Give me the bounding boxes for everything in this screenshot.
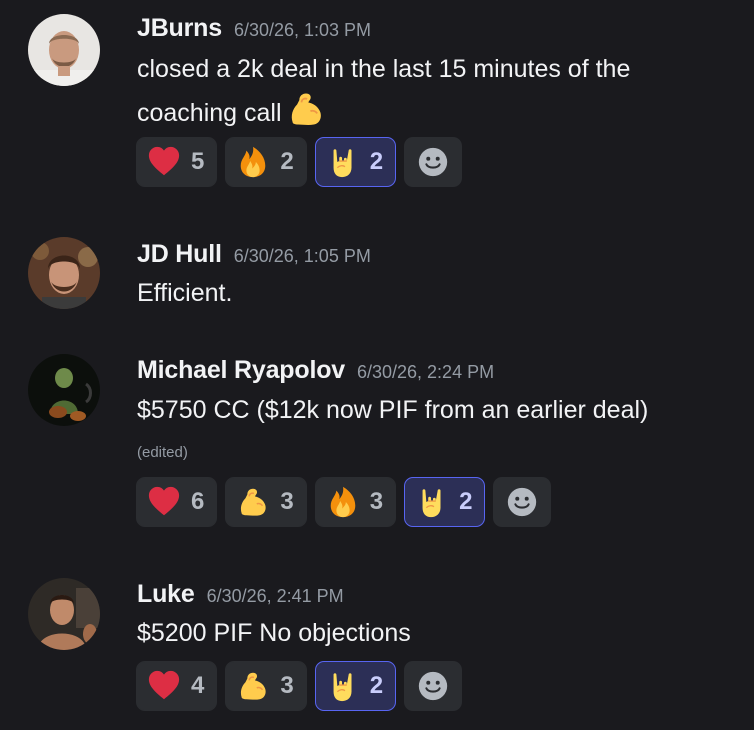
reaction-count: 3 <box>280 672 294 699</box>
message-content: $5750 CC ($12k now PIF from an earlier d… <box>137 391 648 430</box>
smiley-add-reaction-icon <box>505 485 539 519</box>
avatar-image <box>28 354 100 426</box>
reaction-fire[interactable]: 3 <box>314 477 397 527</box>
reaction-count: 6 <box>191 488 205 515</box>
avatar[interactable] <box>28 14 100 86</box>
timestamp: 6/30/26, 1:05 PM <box>233 246 371 266</box>
timestamp: 6/30/26, 2:24 PM <box>356 362 495 382</box>
message-line: Efficient. <box>137 279 233 307</box>
red-heart-icon <box>147 669 181 703</box>
reaction-horns[interactable]: 2 <box>314 137 397 187</box>
reaction-horns[interactable]: 2 <box>314 661 397 711</box>
reaction-count: 2 <box>369 672 384 699</box>
timestamp: 6/30/26, 1:03 PM <box>233 20 372 40</box>
message-header: JBurns 6/30/26, 1:03 PM <box>137 14 371 43</box>
message-line: $5200 PIF No objections <box>137 619 411 647</box>
reaction-count: 5 <box>191 148 205 175</box>
flexed-biceps-icon <box>236 485 270 519</box>
author-name[interactable]: Michael Ryapolov <box>137 356 345 385</box>
add-reaction-button[interactable] <box>404 661 463 711</box>
red-heart-icon <box>147 485 181 519</box>
message-header: JD Hull 6/30/26, 1:05 PM <box>137 240 371 269</box>
reaction-count: 2 <box>459 488 473 515</box>
add-reaction-button[interactable] <box>404 137 463 187</box>
author-name[interactable]: JD Hull <box>137 240 222 269</box>
smiley-add-reaction-icon <box>416 145 450 179</box>
add-reaction-button[interactable] <box>493 477 552 527</box>
reaction-count: 2 <box>280 148 294 175</box>
flexed-biceps-icon <box>236 669 270 703</box>
reaction-heart[interactable]: 5 <box>136 137 218 187</box>
reaction-count: 2 <box>369 148 384 175</box>
fire-icon <box>326 485 360 519</box>
timestamp: 6/30/26, 2:41 PM <box>206 586 344 606</box>
message-line: coaching call <box>137 99 282 127</box>
message-header: Luke 6/30/26, 2:41 PM <box>137 580 344 609</box>
message-line-with-emoji: coaching call <box>137 89 630 133</box>
reaction-heart[interactable]: 4 <box>136 661 218 711</box>
reaction-fire[interactable]: 2 <box>225 137 307 187</box>
reaction-count: 3 <box>369 488 384 515</box>
avatar-image <box>28 237 100 309</box>
reaction-bar: 4 3 2 <box>136 661 463 711</box>
message-line: $5750 CC ($12k now PIF from an earlier d… <box>137 396 649 424</box>
author-name[interactable]: JBurns <box>137 14 222 43</box>
edited-label: (edited) <box>137 444 188 461</box>
author-name[interactable]: Luke <box>137 580 195 609</box>
message-header: Michael Ryapolov 6/30/26, 2:24 PM <box>137 356 494 385</box>
reaction-count: 3 <box>280 488 294 515</box>
sign-of-the-horns-icon <box>415 485 449 519</box>
message-content: closed a 2k deal in the last 15 minutes … <box>137 50 630 133</box>
reaction-bar: 5 2 2 <box>136 137 463 187</box>
smiley-add-reaction-icon <box>416 669 450 703</box>
sign-of-the-horns-icon <box>326 669 360 703</box>
reaction-horns[interactable]: 2 <box>404 477 486 527</box>
reaction-heart[interactable]: 6 <box>136 477 218 527</box>
flexed-biceps-icon <box>286 89 326 129</box>
avatar-image <box>28 578 100 650</box>
sign-of-the-horns-icon <box>326 145 360 179</box>
avatar[interactable] <box>28 237 100 309</box>
avatar-image <box>28 14 100 86</box>
avatar[interactable] <box>28 578 100 650</box>
fire-icon <box>236 145 270 179</box>
red-heart-icon <box>147 145 181 179</box>
message-line: closed a 2k deal in the last 15 minutes … <box>137 55 631 83</box>
avatar[interactable] <box>28 354 100 426</box>
reaction-bar: 6 3 3 2 <box>136 477 552 527</box>
reaction-biceps[interactable]: 3 <box>225 477 307 527</box>
message-content: $5200 PIF No objections <box>137 614 411 653</box>
message-content: Efficient. <box>137 274 232 313</box>
reaction-count: 4 <box>191 672 205 699</box>
reaction-biceps[interactable]: 3 <box>225 661 307 711</box>
